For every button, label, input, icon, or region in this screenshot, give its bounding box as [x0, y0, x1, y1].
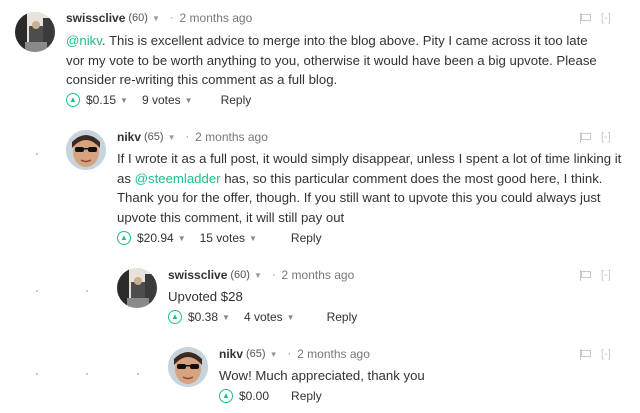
avatar-image-swissclive — [15, 12, 55, 52]
comment-text: . This is excellent advice to merge into… — [66, 33, 597, 87]
comment-footer: ▲ $0.00 Reply — [219, 387, 322, 405]
thread-marker — [36, 290, 38, 292]
comment-timestamp[interactable]: 2 months ago — [282, 268, 355, 282]
comment-body: If I wrote it as a full post, it would s… — [117, 149, 625, 227]
separator-dot: · — [185, 131, 190, 143]
avatar[interactable] — [168, 347, 208, 387]
avatar-image-nikv — [168, 347, 208, 387]
caret-down-icon[interactable]: ▼ — [120, 96, 128, 105]
avatar-image-swissclive — [117, 268, 157, 308]
comment-text: Wow! Much appreciated, thank you — [219, 368, 425, 383]
separator-dot: · — [287, 348, 292, 360]
caret-down-icon[interactable]: ▼ — [168, 133, 176, 142]
comment-text: Upvoted $28 — [168, 289, 243, 304]
votes-count[interactable]: 4 votes — [244, 310, 283, 324]
author-name[interactable]: swissclive — [168, 268, 227, 282]
thread-marker — [137, 373, 139, 375]
reply-button[interactable]: Reply — [221, 93, 252, 107]
separator-dot: · — [271, 269, 276, 281]
author-name[interactable]: nikv — [219, 347, 243, 361]
payout-value[interactable]: $20.94 — [137, 231, 174, 245]
comment-body: Wow! Much appreciated, thank you — [219, 366, 599, 386]
thread-marker — [36, 373, 38, 375]
author-reputation: (60) — [128, 12, 148, 24]
avatar[interactable] — [66, 130, 106, 170]
chevron-up-icon[interactable]: ▲ — [66, 93, 80, 107]
comment-timestamp[interactable]: 2 months ago — [195, 130, 268, 144]
avatar[interactable] — [15, 12, 55, 52]
author-reputation: (65) — [246, 348, 266, 360]
caret-down-icon[interactable]: ▼ — [222, 313, 230, 322]
caret-down-icon[interactable]: ▼ — [152, 14, 160, 23]
separator-dot: · — [169, 12, 174, 24]
votes-count[interactable]: 15 votes — [200, 231, 245, 245]
flag-icon[interactable] — [580, 131, 591, 143]
comment-timestamp[interactable]: 2 months ago — [297, 347, 370, 361]
mention-link[interactable]: @steemladder — [135, 171, 221, 186]
votes-count[interactable]: 9 votes — [142, 93, 181, 107]
comment-footer: ▲ $20.94 ▼ 15 votes ▼ Reply — [117, 229, 322, 247]
comment-timestamp[interactable]: 2 months ago — [180, 11, 253, 25]
flag-icon[interactable] — [580, 12, 591, 24]
caret-down-icon[interactable]: ▼ — [249, 234, 257, 243]
collapse-button[interactable]: [-] — [601, 269, 611, 281]
caret-down-icon[interactable]: ▼ — [254, 271, 262, 280]
collapse-button[interactable]: [-] — [601, 131, 611, 143]
caret-down-icon[interactable]: ▼ — [270, 350, 278, 359]
caret-down-icon[interactable]: ▼ — [185, 96, 193, 105]
payout-value[interactable]: $0.15 — [86, 93, 116, 107]
author-reputation: (65) — [144, 131, 164, 143]
comment-footer: ▲ $0.15 ▼ 9 votes ▼ Reply — [66, 91, 251, 109]
reply-button[interactable]: Reply — [291, 231, 322, 245]
chevron-up-icon[interactable]: ▲ — [219, 389, 233, 403]
payout-value[interactable]: $0.00 — [239, 389, 269, 403]
author-reputation: (60) — [230, 269, 250, 281]
collapse-button[interactable]: [-] — [601, 348, 611, 360]
author-name[interactable]: swissclive — [66, 11, 125, 25]
thread-marker — [86, 373, 88, 375]
comment-body: Upvoted $28 — [168, 287, 608, 307]
comment-footer: ▲ $0.38 ▼ 4 votes ▼ Reply — [168, 308, 357, 326]
payout-value[interactable]: $0.38 — [188, 310, 218, 324]
mention-link[interactable]: @nikv — [66, 33, 102, 48]
comment-body: @nikv. This is excellent advice to merge… — [66, 31, 606, 90]
chevron-up-icon[interactable]: ▲ — [168, 310, 182, 324]
reply-button[interactable]: Reply — [327, 310, 358, 324]
chevron-up-icon[interactable]: ▲ — [117, 231, 131, 245]
collapse-button[interactable]: [-] — [601, 12, 611, 24]
caret-down-icon[interactable]: ▼ — [287, 313, 295, 322]
caret-down-icon[interactable]: ▼ — [178, 234, 186, 243]
avatar-image-nikv — [66, 130, 106, 170]
author-name[interactable]: nikv — [117, 130, 141, 144]
reply-button[interactable]: Reply — [291, 389, 322, 403]
thread-marker — [86, 290, 88, 292]
flag-icon[interactable] — [580, 348, 591, 360]
flag-icon[interactable] — [580, 269, 591, 281]
thread-marker — [36, 153, 38, 155]
avatar[interactable] — [117, 268, 157, 308]
